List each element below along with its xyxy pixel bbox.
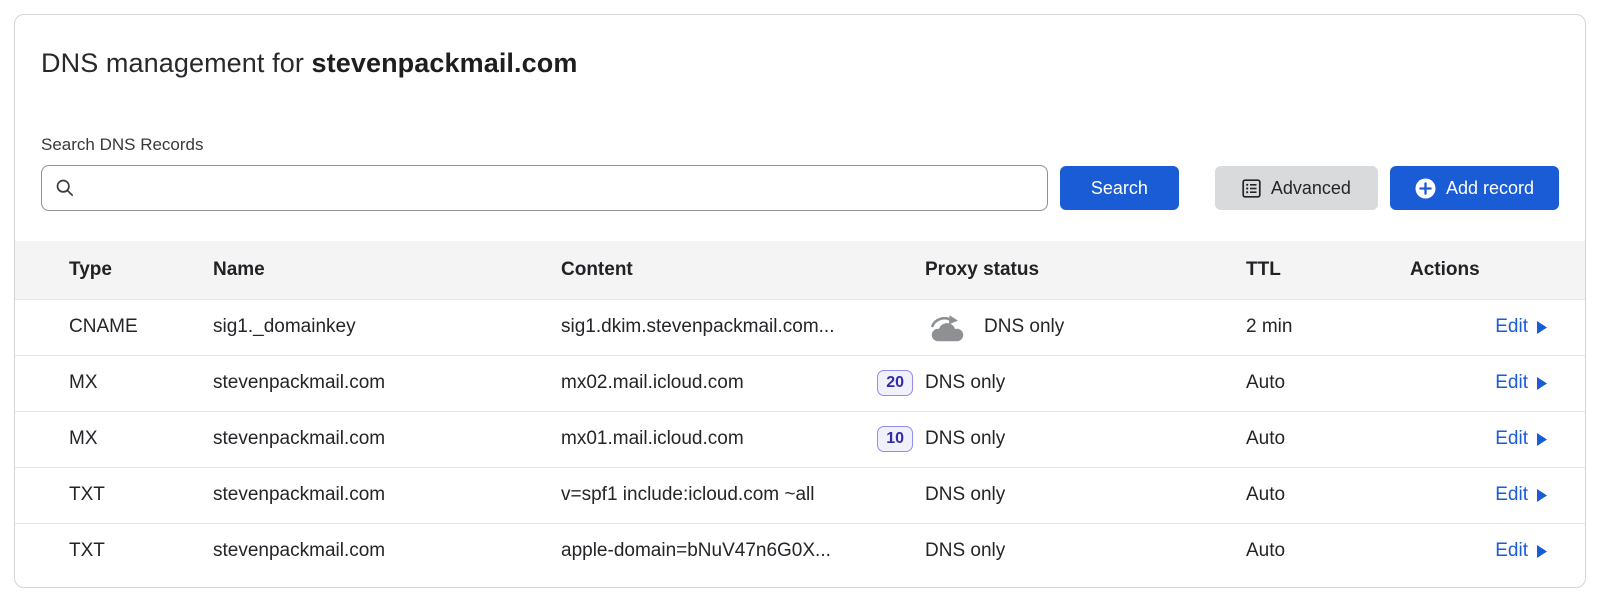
dns-management-card: DNS management for stevenpackmail.com Se… [14,14,1586,588]
page-title-domain: stevenpackmail.com [312,48,578,78]
plus-circle-icon [1415,178,1436,199]
column-header-name: Name [213,241,561,299]
table-row: TXT stevenpackmail.com v=spf1 include:ic… [15,467,1585,523]
proxy-status-text: DNS only [925,523,1246,579]
advanced-list-icon [1242,179,1261,198]
edit-link-label: Edit [1495,316,1528,338]
edit-link-label: Edit [1495,428,1528,450]
right-triangle-icon [1537,321,1547,334]
proxy-status-text: DNS only [925,467,1246,523]
record-content: mx01.mail.icloud.com 10 [561,426,925,452]
record-name: stevenpackmail.com [213,523,561,579]
record-ttl: Auto [1246,411,1396,467]
table-row: MX stevenpackmail.com mx01.mail.icloud.c… [15,411,1585,467]
edit-record-link[interactable]: Edit [1495,540,1547,562]
edit-link-label: Edit [1495,484,1528,506]
search-button-label: Search [1091,178,1148,199]
record-name: sig1._domainkey [213,299,561,355]
record-name: stevenpackmail.com [213,411,561,467]
advanced-button-label: Advanced [1271,178,1351,199]
edit-record-link[interactable]: Edit [1495,428,1547,450]
record-ttl: Auto [1246,523,1396,579]
page-title: DNS management for stevenpackmail.com [15,46,1585,80]
column-header-content: Content [561,241,925,299]
proxy-status-text: DNS only [925,355,1246,411]
record-content: apple-domain=bNuV47n6G0X... [561,523,925,579]
record-type: MX [15,355,213,411]
add-record-button-label: Add record [1446,178,1534,199]
mx-priority-badge: 20 [877,370,913,396]
table-header-row: Type Name Content Proxy status TTL Actio… [15,241,1585,299]
edit-link-label: Edit [1495,372,1528,394]
record-content: mx02.mail.icloud.com 20 [561,370,925,396]
right-triangle-icon [1537,377,1547,390]
edit-record-link[interactable]: Edit [1495,372,1547,394]
record-content: v=spf1 include:icloud.com ~all [561,467,925,523]
record-content: sig1.dkim.stevenpackmail.com... [561,299,925,355]
record-ttl: 2 min [1246,299,1396,355]
dns-only-cloud-icon [925,312,969,342]
record-type: TXT [15,467,213,523]
record-type: MX [15,411,213,467]
right-triangle-icon [1537,433,1547,446]
record-ttl: Auto [1246,467,1396,523]
right-triangle-icon [1537,489,1547,502]
record-type: TXT [15,523,213,579]
column-header-proxy-status: Proxy status [925,241,1246,299]
table-row: TXT stevenpackmail.com apple-domain=bNuV… [15,523,1585,579]
edit-link-label: Edit [1495,540,1528,562]
record-type: CNAME [15,299,213,355]
column-header-actions: Actions [1396,241,1585,299]
edit-record-link[interactable]: Edit [1495,316,1547,338]
edit-record-link[interactable]: Edit [1495,484,1547,506]
search-records-label: Search DNS Records [15,134,1585,156]
search-box [41,165,1048,211]
proxy-status-text: DNS only [984,316,1064,338]
dns-records-table: Type Name Content Proxy status TTL Actio… [15,241,1585,579]
record-content-text: mx02.mail.icloud.com [561,372,744,394]
column-header-ttl: TTL [1246,241,1396,299]
record-ttl: Auto [1246,355,1396,411]
record-name: stevenpackmail.com [213,467,561,523]
search-input[interactable] [41,165,1048,211]
mx-priority-badge: 10 [877,426,913,452]
right-triangle-icon [1537,545,1547,558]
page-title-prefix: DNS management for [41,48,312,78]
proxy-status-text: DNS only [925,411,1246,467]
proxy-status-cell: DNS only [925,312,1246,342]
advanced-button[interactable]: Advanced [1215,166,1378,210]
record-name: stevenpackmail.com [213,355,561,411]
search-button[interactable]: Search [1060,166,1179,210]
table-row: CNAME sig1._domainkey sig1.dkim.stevenpa… [15,299,1585,355]
column-header-type: Type [15,241,213,299]
table-row: MX stevenpackmail.com mx02.mail.icloud.c… [15,355,1585,411]
toolbar: Search Advanced Add record [15,165,1585,211]
add-record-button[interactable]: Add record [1390,166,1559,210]
record-content-text: mx01.mail.icloud.com [561,428,744,450]
